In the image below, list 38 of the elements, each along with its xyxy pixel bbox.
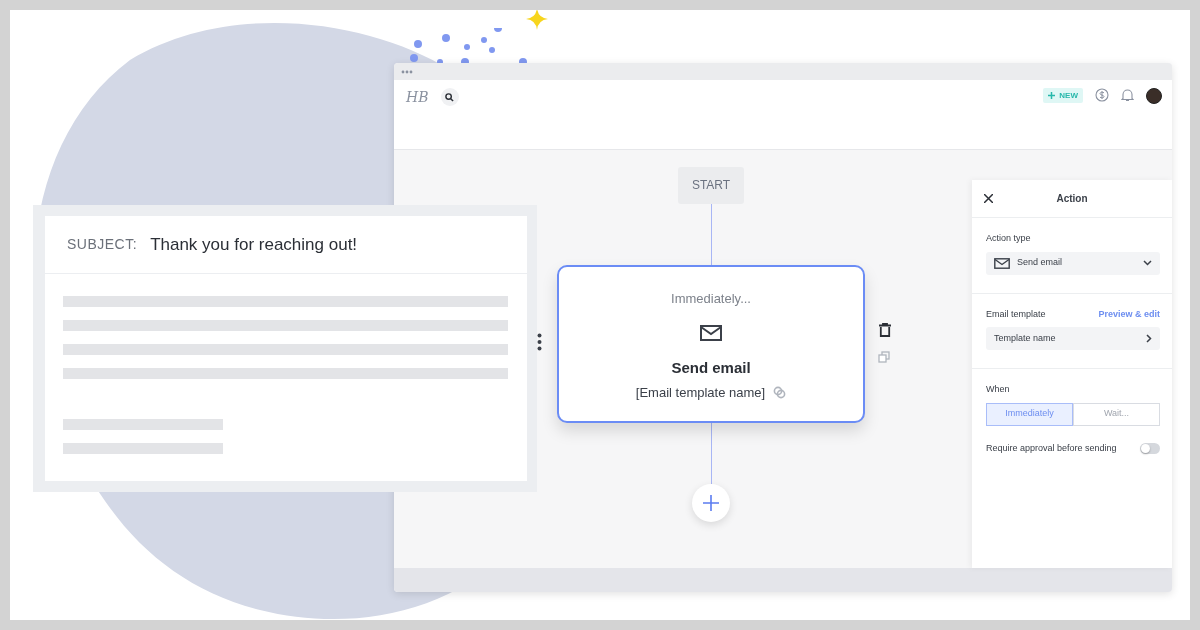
envelope-icon	[994, 257, 1010, 269]
timing-option[interactable]: Immediately	[986, 402, 1073, 426]
template-select[interactable]: Template name	[986, 327, 1160, 350]
search-icon	[445, 92, 454, 102]
step-action: Send email	[671, 357, 751, 378]
close-icon[interactable]	[984, 194, 993, 203]
sparkle-icon	[526, 10, 548, 30]
new-button[interactable]: NEW	[1043, 88, 1083, 103]
link-icon[interactable]	[773, 386, 787, 400]
chevron-down-icon	[1143, 260, 1152, 266]
panel-title: Action	[1056, 192, 1088, 206]
avatar[interactable]	[1146, 88, 1162, 104]
copy-icon[interactable]	[878, 351, 890, 363]
step-template-name: [Email template name]	[635, 384, 766, 402]
app-logo[interactable]: HB	[406, 88, 429, 106]
subject-label: SUBJECT:	[67, 235, 138, 254]
field-label: Email template	[986, 307, 1046, 321]
subject-text: Thank you for reaching out!	[150, 233, 358, 256]
add-step-button[interactable]	[692, 484, 730, 522]
action-type-select[interactable]: Send email	[986, 251, 1160, 275]
start-node: START	[677, 167, 745, 204]
timing-option[interactable]: Wait...	[1073, 402, 1160, 426]
field-label: Action type	[986, 232, 1032, 245]
plus-icon	[703, 495, 719, 511]
step-timing: Immediately...	[671, 290, 751, 308]
bell-icon[interactable]	[1121, 88, 1134, 102]
envelope-icon	[700, 324, 722, 341]
preview-edit-link[interactable]: Preview & edit	[1098, 307, 1160, 321]
drag-handle-icon[interactable]	[537, 333, 542, 351]
dollar-icon[interactable]	[1095, 88, 1109, 102]
approval-toggle[interactable]	[1140, 442, 1160, 454]
approval-label: Require approval before sending	[986, 441, 1117, 455]
search-button[interactable]	[440, 88, 459, 106]
trash-icon[interactable]	[879, 323, 891, 337]
field-label: When	[986, 383, 1011, 396]
window-dots-icon	[401, 69, 413, 74]
plus-icon	[1048, 92, 1056, 99]
chevron-right-icon	[1146, 334, 1152, 343]
